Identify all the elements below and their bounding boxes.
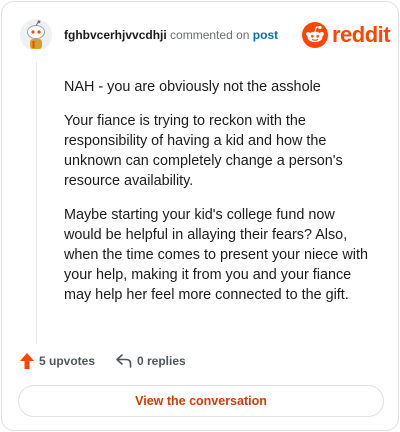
embedded-comment-card: fghbvcerhjvvcdhji commented on post redd…	[1, 1, 399, 431]
comment-paragraph: Your fiance is trying to reckon with the…	[64, 113, 343, 189]
reddit-snoo-icon	[302, 22, 328, 48]
post-link[interactable]: post	[253, 28, 278, 42]
comment-body: NAH - you are obviously not the asshole …	[64, 77, 370, 319]
comment-actions: 5 upvotes 0 replies	[20, 350, 382, 372]
view-conversation-button[interactable]: View the conversation	[18, 385, 384, 417]
comment-meta: fghbvcerhjvvcdhji commented on post	[64, 28, 278, 42]
comment-paragraph: Maybe starting your kid's college fund n…	[64, 207, 368, 303]
username-link[interactable]: fghbvcerhjvvcdhji	[64, 28, 167, 42]
upvote-arrow-icon	[20, 353, 34, 369]
reddit-wordmark: reddit	[332, 22, 391, 47]
comment-header: fghbvcerhjvvcdhji commented on post redd…	[20, 19, 391, 51]
upvote-count: 5 upvotes	[39, 354, 96, 368]
reddit-logo[interactable]: reddit	[302, 21, 391, 49]
snoo-avatar-icon	[20, 19, 52, 51]
user-avatar[interactable]	[20, 19, 52, 51]
reply-arrow-icon	[116, 354, 132, 368]
action-text: commented on	[170, 28, 250, 42]
replies-button[interactable]: 0 replies	[116, 350, 186, 372]
comment-paragraph: NAH - you are obviously not the asshole	[64, 79, 321, 95]
reply-count: 0 replies	[137, 354, 186, 368]
upvote-button[interactable]: 5 upvotes	[20, 350, 95, 372]
thread-line	[36, 62, 37, 344]
